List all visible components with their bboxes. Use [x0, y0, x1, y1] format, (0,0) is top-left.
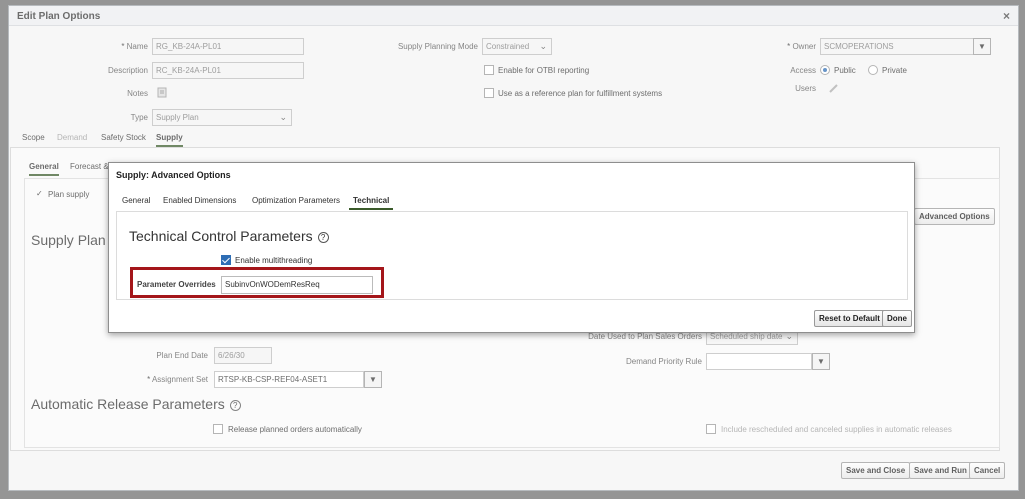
multithreading-label: Enable multithreading: [235, 256, 313, 265]
modal-tab-technical[interactable]: Technical: [349, 196, 394, 210]
parameter-overrides-highlight: [130, 267, 384, 298]
help-icon[interactable]: ?: [317, 231, 329, 243]
multithreading-checkbox[interactable]: [221, 255, 231, 265]
reset-to-default-button[interactable]: Reset to Default: [814, 310, 885, 327]
modal-title: Supply: Advanced Options: [116, 170, 231, 180]
technical-heading: Technical Control Parameters?: [129, 228, 329, 244]
modal-tab-general[interactable]: General: [122, 196, 150, 205]
modal-tab-optimization-parameters[interactable]: Optimization Parameters: [252, 196, 340, 205]
advanced-options-modal: Supply: Advanced Options General Enabled…: [108, 162, 915, 333]
modal-tab-enabled-dimensions[interactable]: Enabled Dimensions: [163, 196, 236, 205]
done-button[interactable]: Done: [882, 310, 912, 327]
